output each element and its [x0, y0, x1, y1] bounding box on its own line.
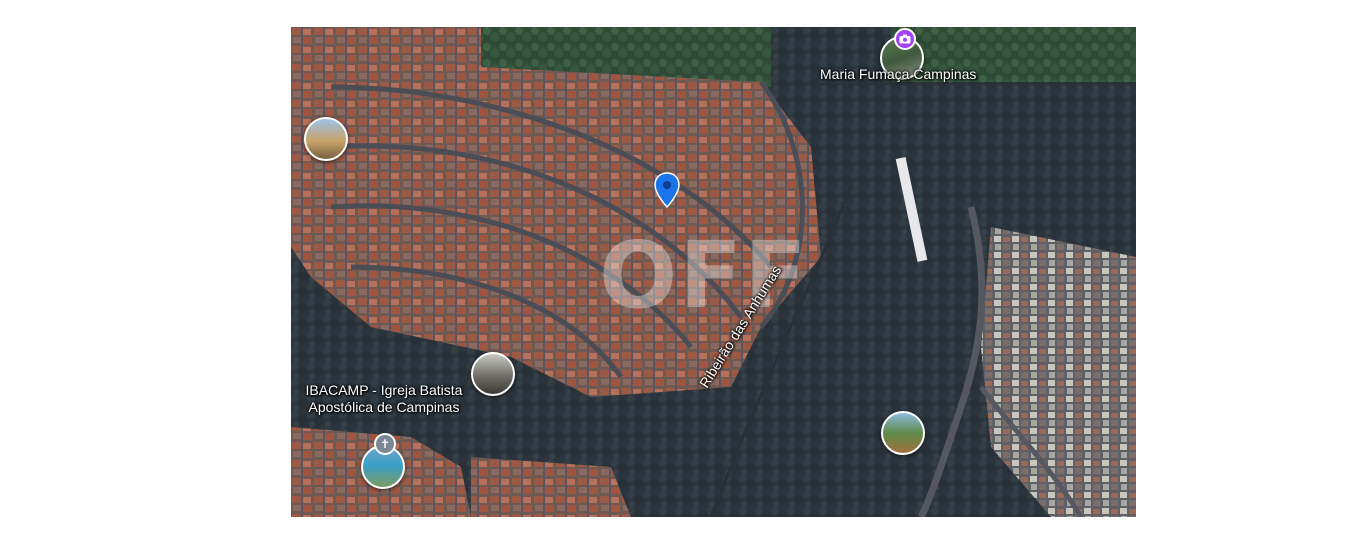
satellite-map[interactable]: OFF Maria Fumaça Campinas IBACAMP - Igre… — [291, 27, 1136, 517]
map-pin-icon — [654, 172, 680, 209]
poi-thumbnail-park[interactable] — [881, 411, 925, 455]
poi-label-ibacamp[interactable]: IBACAMP - Igreja Batista Apostólica de C… — [299, 382, 469, 416]
poi-thumbnail-church-tower[interactable] — [304, 117, 348, 161]
cross-icon[interactable]: ✝ — [374, 433, 396, 455]
poi-label-maria-fumaca[interactable]: Maria Fumaça Campinas — [820, 66, 976, 83]
camera-icon[interactable] — [894, 28, 916, 50]
poi-label-ibacamp-line1: IBACAMP - Igreja Batista — [305, 382, 463, 398]
poi-label-ibacamp-line2: Apostólica de Campinas — [308, 399, 460, 415]
poi-thumbnail-ibacamp[interactable] — [471, 352, 515, 396]
location-pin-marker[interactable] — [654, 172, 680, 213]
